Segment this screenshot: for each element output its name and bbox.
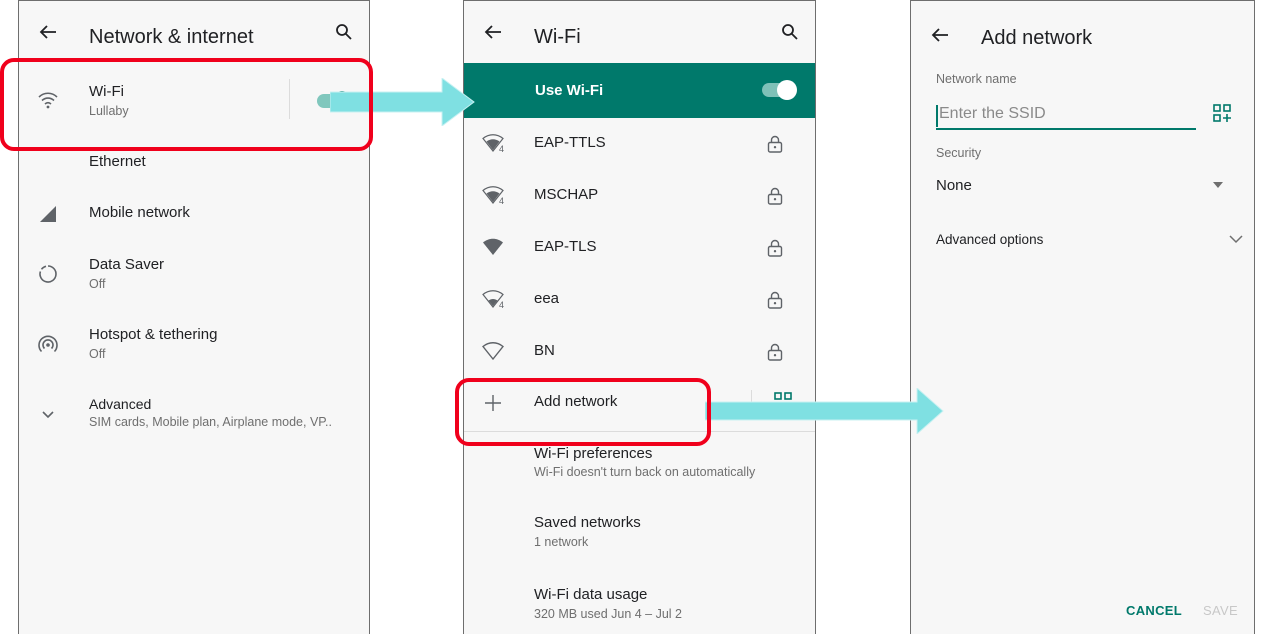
wifi-data-usage-summary: 320 MB used Jun 4 – Jul 2 xyxy=(534,607,683,621)
wifi-network-row[interactable]: EAP-TLS xyxy=(464,222,815,274)
cellular-signal-icon xyxy=(40,206,56,222)
security-select[interactable]: None xyxy=(936,177,972,194)
add-network-highlight xyxy=(455,378,711,446)
add-network-screen: Add network Network name Enter the SSID … xyxy=(910,0,1255,634)
network-name: EAP-TTLS xyxy=(534,134,606,151)
back-arrow-icon[interactable] xyxy=(39,23,57,41)
mobile-network-row[interactable]: Mobile network xyxy=(19,191,369,233)
hotspot-row[interactable]: Hotspot & tethering Off xyxy=(19,321,369,371)
chevron-down-icon xyxy=(42,411,54,419)
ethernet-label: Ethernet xyxy=(89,153,146,170)
data-saver-status: Off xyxy=(89,277,106,291)
search-icon[interactable] xyxy=(781,23,799,41)
save-button[interactable]: SAVE xyxy=(1203,603,1238,618)
data-saver-row[interactable]: Data Saver Off xyxy=(19,251,369,301)
wifi-data-usage-row[interactable]: Wi-Fi data usage 320 MB used Jun 4 – Jul… xyxy=(464,583,815,633)
back-arrow-icon[interactable] xyxy=(931,26,949,44)
wifi-row-highlight xyxy=(0,58,373,151)
wifi-security-badge: 4 xyxy=(499,196,505,206)
hotspot-status: Off xyxy=(89,347,106,361)
ssid-input-underline xyxy=(936,128,1196,130)
wifi-screen: Wi-Fi Use Wi-Fi 4 EAP-TTLS 4 MSCHAP EAP-… xyxy=(463,0,816,634)
wifi-network-row[interactable]: 4 MSCHAP xyxy=(464,170,815,222)
network-name: BN xyxy=(534,342,555,359)
page-title: Wi-Fi xyxy=(534,26,581,48)
network-name-label: Network name xyxy=(936,72,1017,86)
lock-icon xyxy=(767,187,783,205)
use-wifi-toggle-thumb[interactable] xyxy=(777,80,797,100)
wifi-security-badge: 4 xyxy=(499,144,505,154)
network-name: MSCHAP xyxy=(534,186,599,203)
wifi-security-badge: 4 xyxy=(499,300,505,310)
network-name: eea xyxy=(534,290,560,307)
advanced-row[interactable]: Advanced SIM cards, Mobile plan, Airplan… xyxy=(19,391,369,441)
mobile-network-label: Mobile network xyxy=(89,204,190,221)
app-bar: Wi-Fi xyxy=(464,1,815,63)
wifi-network-row[interactable]: 4 eea xyxy=(464,274,815,326)
advanced-label: Advanced xyxy=(89,396,152,412)
advanced-options-toggle[interactable]: Advanced options xyxy=(936,232,1043,247)
hotspot-label: Hotspot & tethering xyxy=(89,326,218,343)
advanced-summary: SIM cards, Mobile plan, Airplane mode, V… xyxy=(89,415,332,429)
dropdown-arrow-icon[interactable] xyxy=(1213,182,1223,188)
qr-code-scan-icon[interactable] xyxy=(1213,104,1231,122)
wifi-data-usage-label: Wi-Fi data usage xyxy=(534,586,648,603)
saved-networks-label: Saved networks xyxy=(534,514,641,531)
wifi-signal-icon xyxy=(483,238,503,255)
ssid-input[interactable]: Enter the SSID xyxy=(936,105,1199,127)
lock-icon xyxy=(767,239,783,257)
saved-networks-summary: 1 network xyxy=(534,535,589,549)
wifi-network-row[interactable]: BN xyxy=(464,326,815,378)
lock-icon xyxy=(767,135,783,153)
chevron-down-icon[interactable] xyxy=(1229,234,1243,244)
app-bar: Add network xyxy=(911,1,1254,63)
wifi-network-row[interactable]: 4 EAP-TTLS xyxy=(464,118,815,170)
data-saver-icon xyxy=(39,265,57,283)
use-wifi-bar[interactable]: Use Wi-Fi xyxy=(464,63,815,118)
data-saver-label: Data Saver xyxy=(89,256,165,273)
wifi-preferences-label: Wi-Fi preferences xyxy=(534,445,653,462)
page-title: Add network xyxy=(981,27,1093,49)
network-name: EAP-TLS xyxy=(534,238,597,255)
lock-icon xyxy=(767,291,783,309)
app-bar: Network & internet xyxy=(19,1,369,63)
wifi-preferences-row[interactable]: Wi-Fi preferences Wi-Fi doesn't turn bac… xyxy=(464,442,815,492)
back-arrow-icon[interactable] xyxy=(484,23,502,41)
page-title: Network & internet xyxy=(89,26,254,48)
security-label: Security xyxy=(936,146,982,160)
use-wifi-label: Use Wi-Fi xyxy=(535,82,604,99)
cancel-button[interactable]: CANCEL xyxy=(1126,603,1182,618)
hotspot-icon xyxy=(38,335,58,353)
wifi-preferences-summary: Wi-Fi doesn't turn back on automatically xyxy=(534,465,756,479)
wifi-signal-icon xyxy=(482,342,504,361)
flow-arrow-2 xyxy=(705,388,944,434)
search-icon[interactable] xyxy=(335,23,353,41)
saved-networks-row[interactable]: Saved networks 1 network xyxy=(464,511,815,561)
lock-icon xyxy=(767,343,783,361)
